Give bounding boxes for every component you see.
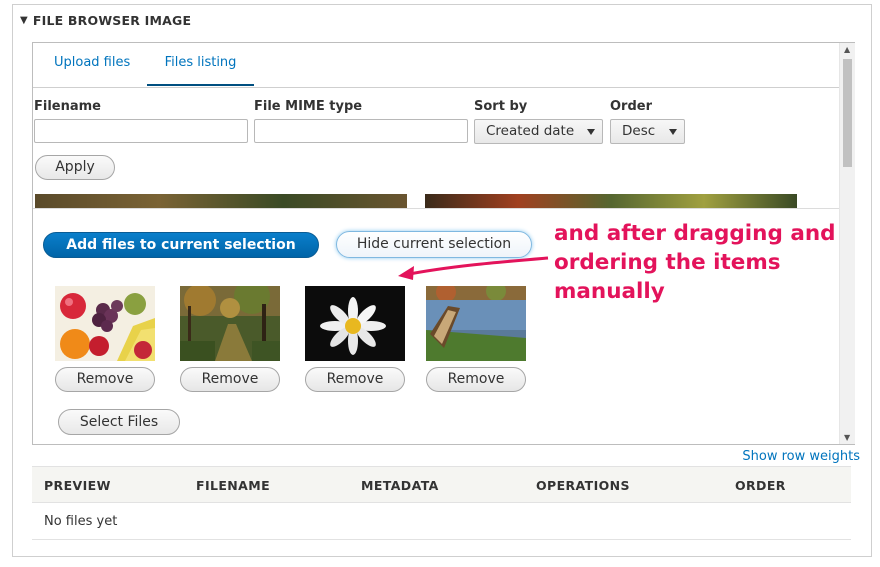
fieldset-legend[interactable]: ▼ FILE BROWSER IMAGE <box>20 13 191 28</box>
sort-by-value: Created date <box>486 123 575 139</box>
selected-item[interactable]: Remove <box>180 286 282 392</box>
annotation-callout-text: and after dragging and ordering the item… <box>554 221 836 304</box>
show-row-weights-link[interactable]: Show row weights <box>742 449 860 464</box>
tab-bar: Upload files Files listing <box>33 43 839 88</box>
column-header-order: ORDER <box>735 478 786 493</box>
listing-thumbnail-partial[interactable] <box>425 194 797 208</box>
select-files-button[interactable]: Select Files <box>58 409 180 435</box>
order-label: Order <box>610 99 652 114</box>
table-row: No files yet <box>32 503 851 540</box>
fruit-photo-icon[interactable] <box>55 286 155 361</box>
listing-thumbnail-partial[interactable] <box>35 194 407 208</box>
remove-button[interactable]: Remove <box>305 367 405 392</box>
forest-path-photo-icon[interactable] <box>180 286 280 361</box>
tab-upload-files[interactable]: Upload files <box>54 55 130 84</box>
sort-by-select[interactable]: Created date <box>474 119 603 144</box>
apply-button[interactable]: Apply <box>35 155 115 180</box>
add-files-button[interactable]: Add files to current selection <box>43 232 319 258</box>
filename-label: Filename <box>34 99 101 114</box>
selected-item[interactable]: Remove <box>305 286 407 392</box>
chevron-down-icon <box>669 129 677 135</box>
remove-button[interactable]: Remove <box>426 367 526 392</box>
hide-selection-button[interactable]: Hide current selection <box>336 231 532 258</box>
files-table-header: PREVIEW FILENAME METADATA OPERATIONS ORD… <box>32 466 851 503</box>
selected-item[interactable]: Remove <box>55 286 157 392</box>
scroll-down-arrow-icon[interactable]: ▼ <box>844 433 850 442</box>
column-header-filename: FILENAME <box>196 478 271 493</box>
boat-lake-photo-icon[interactable] <box>426 286 526 361</box>
scrollbar-thumb[interactable] <box>843 59 852 167</box>
mime-type-label: File MIME type <box>254 99 363 114</box>
column-header-preview: PREVIEW <box>44 478 111 493</box>
empty-table-message: No files yet <box>44 514 118 529</box>
order-value: Desc <box>622 123 656 139</box>
collapse-triangle-icon[interactable]: ▼ <box>20 15 28 26</box>
chevron-down-icon <box>587 129 595 135</box>
scroll-up-arrow-icon[interactable]: ▲ <box>844 45 850 54</box>
sort-by-label: Sort by <box>474 99 528 114</box>
order-select[interactable]: Desc <box>610 119 685 144</box>
filename-input[interactable] <box>34 119 248 143</box>
daisy-photo-icon[interactable] <box>305 286 405 361</box>
remove-button[interactable]: Remove <box>55 367 155 392</box>
column-header-operations: OPERATIONS <box>536 478 630 493</box>
selected-item[interactable]: Remove <box>426 286 528 392</box>
remove-button[interactable]: Remove <box>180 367 280 392</box>
mime-type-input[interactable] <box>254 119 468 143</box>
fieldset-legend-label: FILE BROWSER IMAGE <box>32 13 192 28</box>
tab-files-listing[interactable]: Files listing <box>147 55 254 86</box>
column-header-metadata: METADATA <box>361 478 439 493</box>
